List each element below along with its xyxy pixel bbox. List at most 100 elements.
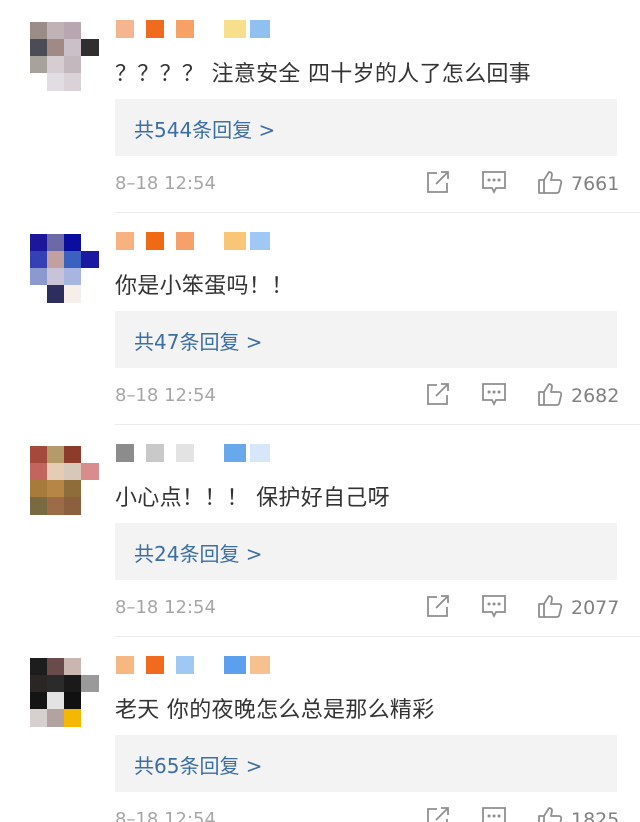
like-count: 2077 bbox=[571, 597, 620, 619]
comment-icon bbox=[482, 595, 506, 619]
avatar-pixel bbox=[30, 480, 48, 498]
comment-text: 你是小笨蛋吗！！ bbox=[115, 274, 294, 299]
avatar[interactable] bbox=[30, 22, 100, 92]
comment-item: ？？？？ 注意安全 四十岁的人了怎么回事 共544条回复 > 8–18 12:5… bbox=[0, 0, 640, 212]
avatar-pixel bbox=[81, 251, 99, 269]
avatar-pixel bbox=[64, 234, 82, 252]
username-block bbox=[176, 444, 194, 462]
comment-timestamp: 8–18 12:54 bbox=[115, 385, 216, 406]
like-icon bbox=[538, 595, 563, 618]
avatar-pixel bbox=[64, 463, 82, 481]
avatar-pixel bbox=[81, 285, 99, 303]
username-block bbox=[146, 656, 164, 674]
avatar[interactable] bbox=[30, 446, 100, 516]
share-button[interactable] bbox=[424, 804, 452, 822]
avatar-pixel bbox=[47, 658, 65, 676]
avatar-pixel bbox=[64, 497, 82, 515]
username-block bbox=[224, 232, 246, 250]
comment-button[interactable] bbox=[480, 804, 508, 822]
replies-link[interactable]: 共544条回复 > bbox=[115, 99, 617, 156]
avatar-pixel bbox=[47, 692, 65, 710]
comment-button[interactable] bbox=[480, 380, 508, 408]
avatar-pixel bbox=[64, 709, 82, 727]
avatar-pixel bbox=[81, 39, 99, 57]
like-icon bbox=[538, 383, 563, 406]
avatar-pixel bbox=[64, 446, 82, 464]
share-button[interactable] bbox=[424, 380, 452, 408]
replies-label: 共24条回复 > bbox=[134, 542, 263, 566]
replies-link[interactable]: 共47条回复 > bbox=[115, 311, 617, 368]
avatar-pixel bbox=[30, 658, 48, 676]
avatar-pixel bbox=[81, 446, 99, 464]
replies-label: 共47条回复 > bbox=[134, 330, 263, 354]
username-mosaic[interactable] bbox=[116, 656, 416, 678]
avatar-pixel bbox=[81, 463, 99, 481]
avatar-pixel bbox=[30, 39, 48, 57]
comment-timestamp: 8–18 12:54 bbox=[115, 597, 216, 618]
replies-link[interactable]: 共24条回复 > bbox=[115, 523, 617, 580]
username-block bbox=[116, 20, 134, 38]
username-block bbox=[250, 232, 270, 250]
avatar-pixel bbox=[64, 73, 82, 91]
username-block bbox=[116, 444, 134, 462]
avatar-pixel bbox=[47, 234, 65, 252]
like-button[interactable] bbox=[536, 168, 566, 196]
username-block bbox=[146, 232, 164, 250]
username-block bbox=[116, 232, 134, 250]
avatar-pixel bbox=[30, 463, 48, 481]
username-mosaic[interactable] bbox=[116, 232, 416, 254]
username-mosaic[interactable] bbox=[116, 444, 416, 466]
username-mosaic[interactable] bbox=[116, 20, 416, 42]
avatar-pixel bbox=[47, 480, 65, 498]
comment-text: ？？？？ 注意安全 四十岁的人了怎么回事 bbox=[115, 62, 531, 87]
avatar-pixel bbox=[81, 692, 99, 710]
like-button[interactable] bbox=[536, 592, 566, 620]
avatar-pixel bbox=[47, 268, 65, 286]
avatar-pixel bbox=[81, 234, 99, 252]
like-button[interactable] bbox=[536, 380, 566, 408]
avatar-pixel bbox=[47, 675, 65, 693]
share-button[interactable] bbox=[424, 592, 452, 620]
comment-button[interactable] bbox=[480, 592, 508, 620]
comment-button[interactable] bbox=[480, 168, 508, 196]
avatar-pixel bbox=[47, 22, 65, 40]
avatar-pixel bbox=[64, 285, 82, 303]
share-button[interactable] bbox=[424, 168, 452, 196]
avatar-pixel bbox=[47, 73, 65, 91]
avatar-pixel bbox=[81, 709, 99, 727]
username-block bbox=[116, 656, 134, 674]
like-count: 2682 bbox=[571, 385, 620, 407]
avatar-pixel bbox=[47, 39, 65, 57]
username-block bbox=[250, 444, 270, 462]
replies-link[interactable]: 共65条回复 > bbox=[115, 735, 617, 792]
like-count: 1825 bbox=[571, 809, 620, 822]
share-icon bbox=[427, 171, 449, 193]
like-button[interactable] bbox=[536, 804, 566, 822]
avatar[interactable] bbox=[30, 234, 100, 304]
avatar-pixel bbox=[47, 251, 65, 269]
avatar-pixel bbox=[81, 497, 99, 515]
comment-text: 老天 你的夜晚怎么总是那么精彩 bbox=[115, 698, 435, 723]
avatar-pixel bbox=[81, 73, 99, 91]
avatar-pixel bbox=[47, 56, 65, 74]
avatar-pixel bbox=[30, 709, 48, 727]
username-block bbox=[176, 656, 194, 674]
comment-icon bbox=[482, 171, 506, 195]
avatar-pixel bbox=[30, 497, 48, 515]
avatar-pixel bbox=[64, 268, 82, 286]
comment-timestamp: 8–18 12:54 bbox=[115, 809, 216, 822]
comment-item: 小心点！！！ 保护好自己呀 共24条回复 > 8–18 12:54 2077 bbox=[0, 424, 640, 636]
avatar-pixel bbox=[30, 22, 48, 40]
avatar-pixel bbox=[64, 675, 82, 693]
avatar-pixel bbox=[30, 56, 48, 74]
comment-divider bbox=[115, 424, 640, 425]
avatar-pixel bbox=[47, 709, 65, 727]
avatar-pixel bbox=[81, 268, 99, 286]
avatar-pixel bbox=[30, 234, 48, 252]
comment-text: 小心点！！！ 保护好自己呀 bbox=[115, 486, 390, 511]
avatar-pixel bbox=[30, 251, 48, 269]
avatar-pixel bbox=[30, 268, 48, 286]
comment-item: 老天 你的夜晚怎么总是那么精彩 共65条回复 > 8–18 12:54 1825 bbox=[0, 636, 640, 822]
avatar-pixel bbox=[81, 480, 99, 498]
avatar[interactable] bbox=[30, 658, 100, 728]
